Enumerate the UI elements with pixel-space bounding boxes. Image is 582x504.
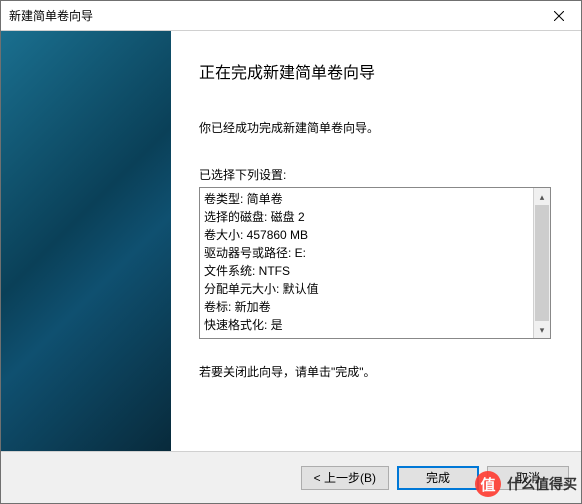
window-title: 新建简单卷向导 <box>9 7 93 24</box>
wizard-window: 新建简单卷向导 正在完成新建简单卷向导 你已经成功完成新建简单卷向导。 已选择下… <box>0 0 582 504</box>
cancel-button[interactable]: 取消 <box>487 466 569 490</box>
scroll-up-icon[interactable]: ▴ <box>534 188 550 205</box>
wizard-headline: 正在完成新建简单卷向导 <box>199 59 551 83</box>
wizard-content: 正在完成新建简单卷向导 你已经成功完成新建简单卷向导。 已选择下列设置: 卷类型… <box>171 31 581 451</box>
settings-row: 选择的磁盘: 磁盘 2 <box>204 208 550 226</box>
scroll-thumb[interactable] <box>535 205 549 321</box>
wizard-success-text: 你已经成功完成新建简单卷向导。 <box>199 119 551 136</box>
close-icon <box>554 11 564 21</box>
settings-row: 驱动器号或路径: E: <box>204 244 550 262</box>
wizard-footer: < 上一步(B) 完成 取消 值 什么值得买 <box>1 451 581 503</box>
scroll-track[interactable] <box>534 205 550 321</box>
settings-row: 快速格式化: 是 <box>204 316 550 334</box>
wizard-side-graphic <box>1 31 171 451</box>
settings-label: 已选择下列设置: <box>199 166 551 183</box>
back-button[interactable]: < 上一步(B) <box>301 466 389 490</box>
finish-button[interactable]: 完成 <box>397 466 479 490</box>
scroll-down-icon[interactable]: ▾ <box>534 321 550 338</box>
scrollbar[interactable]: ▴ ▾ <box>533 188 550 338</box>
settings-row: 文件系统: NTFS <box>204 262 550 280</box>
settings-row: 卷大小: 457860 MB <box>204 226 550 244</box>
settings-listbox[interactable]: 卷类型: 简单卷 选择的磁盘: 磁盘 2 卷大小: 457860 MB 驱动器号… <box>199 187 551 339</box>
settings-row: 分配单元大小: 默认值 <box>204 280 550 298</box>
wizard-body: 正在完成新建简单卷向导 你已经成功完成新建简单卷向导。 已选择下列设置: 卷类型… <box>1 31 581 451</box>
settings-row: 卷标: 新加卷 <box>204 298 550 316</box>
close-button[interactable] <box>536 1 581 30</box>
titlebar: 新建简单卷向导 <box>1 1 581 31</box>
close-hint: 若要关闭此向导，请单击"完成"。 <box>199 363 551 380</box>
settings-row: 卷类型: 简单卷 <box>204 190 550 208</box>
